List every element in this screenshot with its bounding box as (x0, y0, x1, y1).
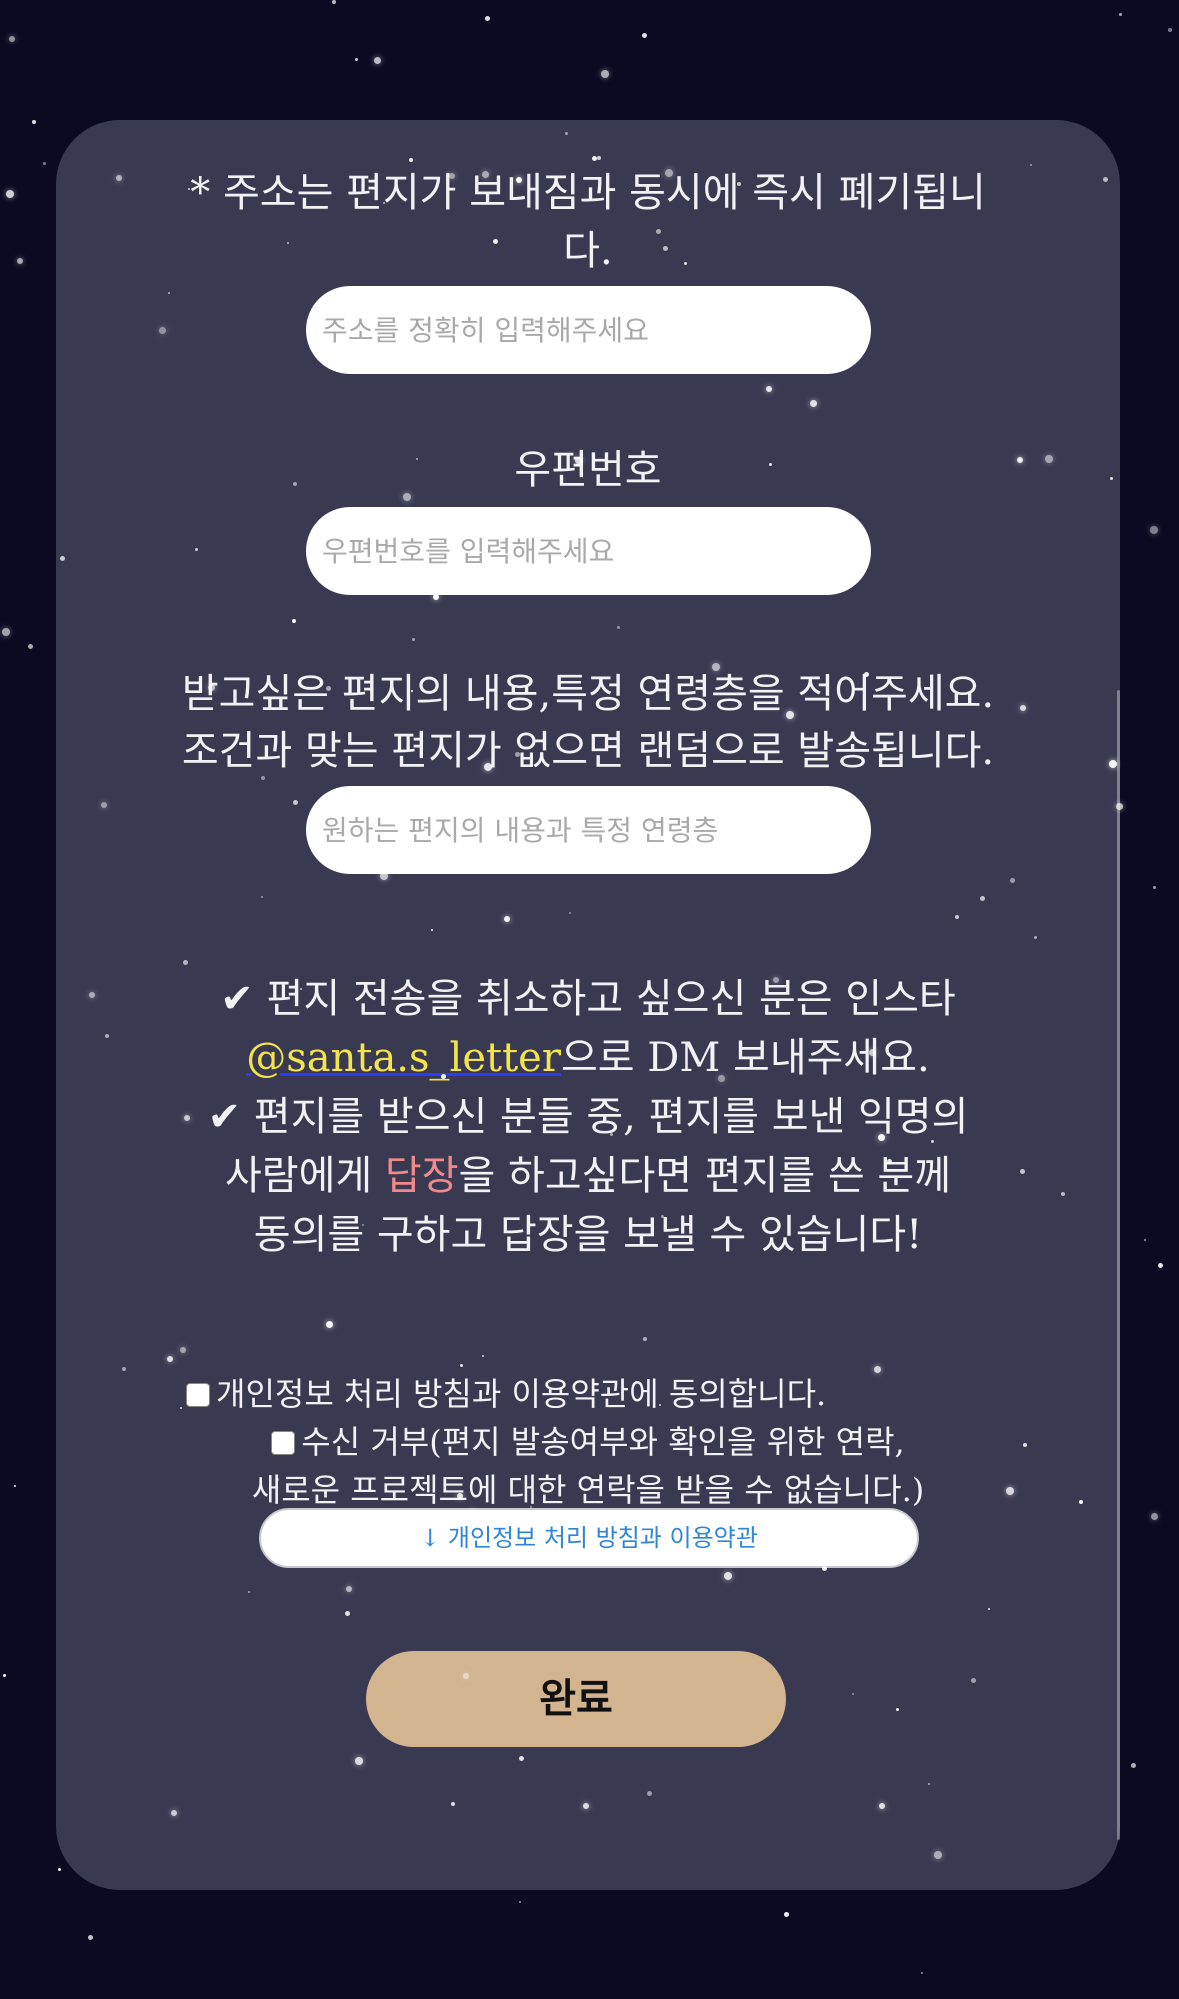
notice-line: ✔ 편지 전송을 취소하고 싶으신 분은 인스타 (220, 976, 956, 1022)
snowflake (485, 16, 490, 21)
wish-label-line: 받고싶은 편지의 내용,특정 연령층을 적어주세요. (181, 671, 995, 717)
snowflake (601, 70, 609, 78)
snowflake (6, 190, 14, 198)
notice-line: 사람에게 답장을 하고싶다면 편지를 쓴 분께 (56, 1147, 1120, 1206)
snowflake (1150, 526, 1158, 534)
notice-line: @santa.s_letter으로 DM 보내주세요. (56, 1029, 1120, 1088)
snowflake (2, 628, 10, 636)
terms-link-button[interactable]: ↓ 개인정보 처리 방침과 이용약관 (259, 1508, 919, 1568)
snowflake (355, 58, 358, 61)
snowflake (1144, 1239, 1146, 1241)
notice-line: 동의를 구하고 답장을 보낼 수 있습니다! (253, 1212, 923, 1258)
snowflake (9, 36, 15, 42)
privacy-consent-row: 개인정보 처리 방침과 이용약관에 동의합니다. (186, 1370, 826, 1418)
wish-label: 받고싶은 편지의 내용,특정 연령층을 적어주세요. 조건과 맞는 편지가 없으… (56, 666, 1120, 780)
instagram-handle-link[interactable]: @santa.s_letter (246, 1035, 561, 1081)
notice-text-fragment: 으로 DM 보내주세요. (560, 1035, 930, 1081)
postal-code-label: 우편번호 (514, 447, 662, 493)
postal-code-input[interactable] (306, 507, 871, 595)
scrollbar[interactable] (1117, 690, 1120, 1840)
notice-text: ✔ 편지 전송을 취소하고 싶으신 분은 인스타 @santa.s_letter… (56, 970, 1120, 1265)
optout-line: 새로운 프로젝트에 대한 연락을 받을 수 없습니다.) (251, 1471, 925, 1509)
letter-request-card: * 주소는 편지가 보내짐과 동시에 즉시 폐기됩니다. 우편번호 받고싶은 편… (56, 120, 1120, 1890)
snowflake (1153, 886, 1156, 889)
snowflake (14, 1485, 16, 1487)
snowflake (43, 162, 46, 165)
snowflake (1131, 1763, 1136, 1768)
snowflake (332, 0, 336, 4)
snowflake (32, 120, 36, 124)
optout-row: 수신 거부(편지 발송여부와 확인을 위한 연락, 새로운 프로젝트에 대한 연… (56, 1418, 1120, 1514)
privacy-consent-checkbox[interactable] (186, 1383, 210, 1407)
snowflake (58, 1868, 61, 1871)
snowflake (17, 258, 23, 264)
snowflake (3, 1674, 6, 1677)
snowflake (1168, 28, 1172, 32)
snowflake (88, 1935, 93, 1940)
wish-label-line: 조건과 맞는 편지가 없으면 랜덤으로 발송됩니다. (181, 728, 995, 774)
page: * 주소는 편지가 보내짐과 동시에 즉시 폐기됩니다. 우편번호 받고싶은 편… (0, 0, 1179, 1999)
optout-checkbox[interactable] (271, 1431, 296, 1455)
snowflake (1151, 1513, 1158, 1520)
reply-highlight: 답장 (384, 1153, 459, 1199)
optout-label: 수신 거부(편지 발송여부와 확인을 위한 연락, (301, 1423, 905, 1461)
notice-line: ✔ 편지를 받으신 분들 중, 편지를 보낸 익명의 (207, 1094, 969, 1140)
snowflake (921, 1972, 923, 1974)
snowflake (519, 1901, 521, 1903)
snowflake (374, 57, 381, 64)
address-input[interactable] (306, 286, 871, 374)
address-note: * 주소는 편지가 보내짐과 동시에 즉시 폐기됩니다. (190, 170, 986, 274)
snowflake (1158, 1263, 1163, 1268)
snowflake (642, 33, 647, 38)
snowflake (28, 644, 33, 649)
submit-button[interactable]: 완료 (366, 1651, 786, 1747)
notice-text-fragment: 사람에게 (225, 1153, 385, 1199)
wish-input[interactable] (306, 786, 871, 874)
notice-text-fragment: 을 하고싶다면 편지를 쓴 분께 (458, 1153, 951, 1199)
snowflake (1119, 13, 1122, 16)
optout-line: 수신 거부(편지 발송여부와 확인을 위한 연락, (56, 1418, 1120, 1466)
privacy-consent-label: 개인정보 처리 방침과 이용약관에 동의합니다. (216, 1375, 827, 1413)
snowflake (784, 1912, 789, 1917)
